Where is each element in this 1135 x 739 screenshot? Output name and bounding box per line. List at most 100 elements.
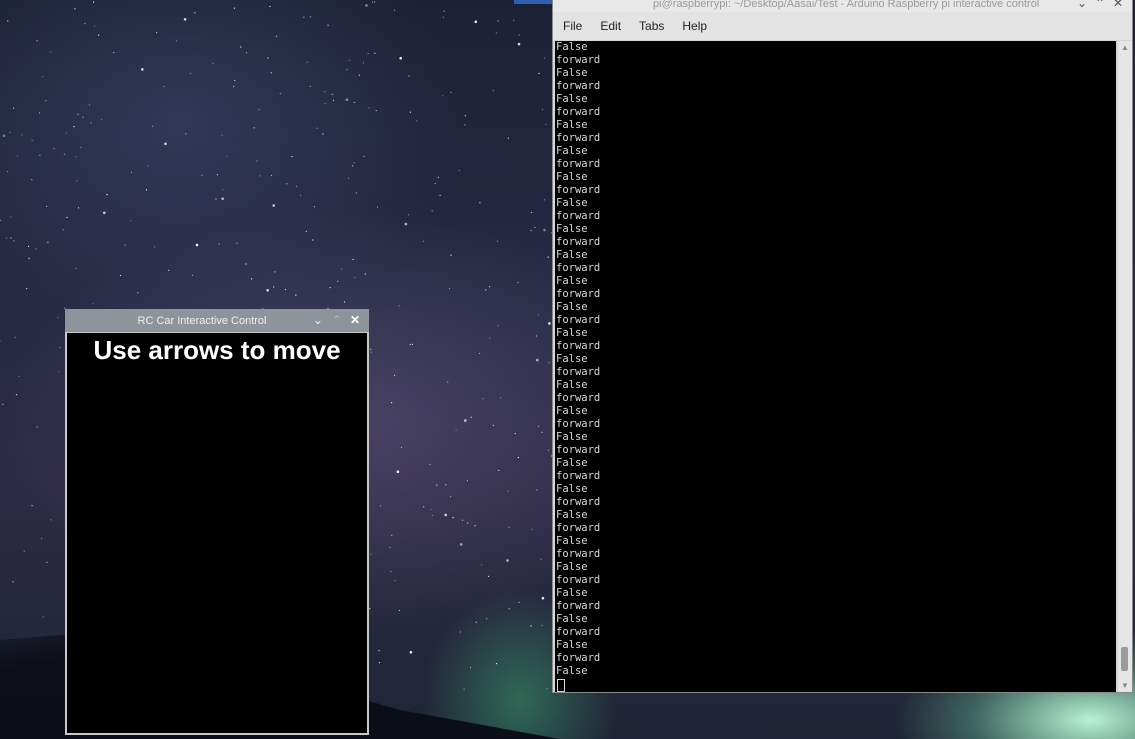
- star: [0, 340, 1, 342]
- scroll-down-arrow-icon[interactable]: ▼: [1121, 681, 1129, 690]
- star: [466, 480, 468, 482]
- terminal-line: False: [556, 145, 588, 157]
- star: [119, 274, 122, 277]
- terminal-line: forward: [556, 470, 601, 482]
- star: [508, 526, 510, 528]
- star: [513, 19, 515, 21]
- star: [390, 571, 392, 573]
- star: [39, 154, 41, 156]
- star: [324, 91, 326, 93]
- terminal-line: False: [556, 509, 588, 521]
- star: [547, 256, 549, 258]
- terminal-scrollbar[interactable]: ▲ ▼: [1118, 41, 1132, 692]
- terminal-titlebar[interactable]: pi@raspberrypi: ~/Desktop/Aasai/Test - A…: [553, 0, 1132, 12]
- close-icon[interactable]: ✕: [1113, 0, 1123, 10]
- star: [537, 314, 540, 316]
- star: [530, 625, 532, 627]
- terminal-line: False: [556, 483, 588, 495]
- star: [168, 269, 170, 271]
- star: [13, 107, 15, 109]
- star: [439, 194, 441, 196]
- star: [329, 287, 331, 289]
- menu-edit[interactable]: Edit: [592, 19, 629, 33]
- star: [369, 608, 371, 610]
- star: [489, 286, 491, 288]
- star: [352, 258, 354, 260]
- star: [445, 484, 447, 486]
- star: [506, 559, 509, 562]
- chevron-up-icon[interactable]: ⌃: [332, 313, 342, 327]
- star: [7, 20, 9, 22]
- star: [371, 1, 374, 3]
- star: [216, 174, 218, 176]
- star: [284, 288, 287, 291]
- star: [447, 381, 449, 383]
- star: [245, 263, 247, 265]
- star: [156, 31, 158, 34]
- star: [272, 204, 276, 207]
- star: [300, 194, 302, 196]
- star: [534, 226, 536, 229]
- close-icon[interactable]: ✕: [350, 313, 360, 327]
- chevron-down-icon[interactable]: ⌄: [313, 313, 323, 327]
- star: [470, 416, 472, 418]
- star: [93, 1, 95, 3]
- star: [98, 34, 100, 36]
- star: [73, 126, 75, 128]
- star: [58, 371, 60, 373]
- star: [2, 134, 6, 137]
- terminal-output-area[interactable]: False forward False forward False forward Fals…: [555, 41, 1116, 692]
- star: [189, 72, 191, 74]
- star: [273, 286, 275, 288]
- scrollbar-thumb[interactable]: [1121, 647, 1128, 671]
- menu-help[interactable]: Help: [674, 19, 715, 33]
- menu-file[interactable]: File: [555, 19, 590, 33]
- star: [518, 34, 520, 36]
- star: [13, 240, 15, 242]
- scroll-up-arrow-icon[interactable]: ▲: [1121, 43, 1129, 52]
- star: [270, 174, 273, 176]
- star: [376, 206, 379, 208]
- star: [59, 346, 61, 349]
- star: [443, 10, 445, 12]
- rc-car-canvas[interactable]: Use arrows to move: [67, 333, 367, 733]
- star: [183, 18, 187, 21]
- rc-car-window[interactable]: RC Car Interactive Control ⌄ ⌃ ✕ Use arr…: [65, 309, 369, 735]
- chevron-up-icon[interactable]: ⌃: [1095, 0, 1105, 10]
- terminal-window[interactable]: pi@raspberrypi: ~/Desktop/Aasai/Test - A…: [552, 0, 1133, 693]
- star: [266, 289, 270, 292]
- star: [353, 162, 355, 164]
- star: [531, 211, 533, 214]
- star: [475, 621, 477, 623]
- star: [496, 663, 498, 665]
- terminal-line: False: [556, 249, 588, 261]
- star: [393, 374, 396, 376]
- rc-car-titlebar[interactable]: RC Car Interactive Control ⌄ ⌃ ✕: [65, 309, 369, 332]
- star: [65, 132, 67, 134]
- terminal-line: forward: [556, 444, 601, 456]
- star: [409, 343, 411, 346]
- star: [462, 519, 464, 521]
- star: [240, 46, 242, 48]
- star: [370, 348, 372, 350]
- star: [530, 230, 532, 232]
- star: [464, 419, 467, 422]
- terminal-line: False: [556, 171, 588, 183]
- star: [5, 237, 8, 239]
- star: [436, 484, 438, 486]
- terminal-line: forward: [556, 236, 601, 248]
- star: [348, 59, 350, 62]
- star: [154, 246, 156, 248]
- star: [507, 490, 509, 492]
- star: [364, 273, 366, 275]
- chevron-down-icon[interactable]: ⌄: [1077, 0, 1087, 10]
- terminal-line: False: [556, 93, 588, 105]
- star: [365, 4, 368, 7]
- star: [18, 375, 20, 377]
- terminal-line: False: [556, 639, 588, 651]
- star: [343, 301, 346, 303]
- terminal-line: False: [556, 41, 588, 53]
- terminal-title: pi@raspberrypi: ~/Desktop/Aasai/Test - A…: [653, 0, 1040, 10]
- menu-tabs[interactable]: Tabs: [631, 19, 672, 33]
- star: [222, 189, 224, 191]
